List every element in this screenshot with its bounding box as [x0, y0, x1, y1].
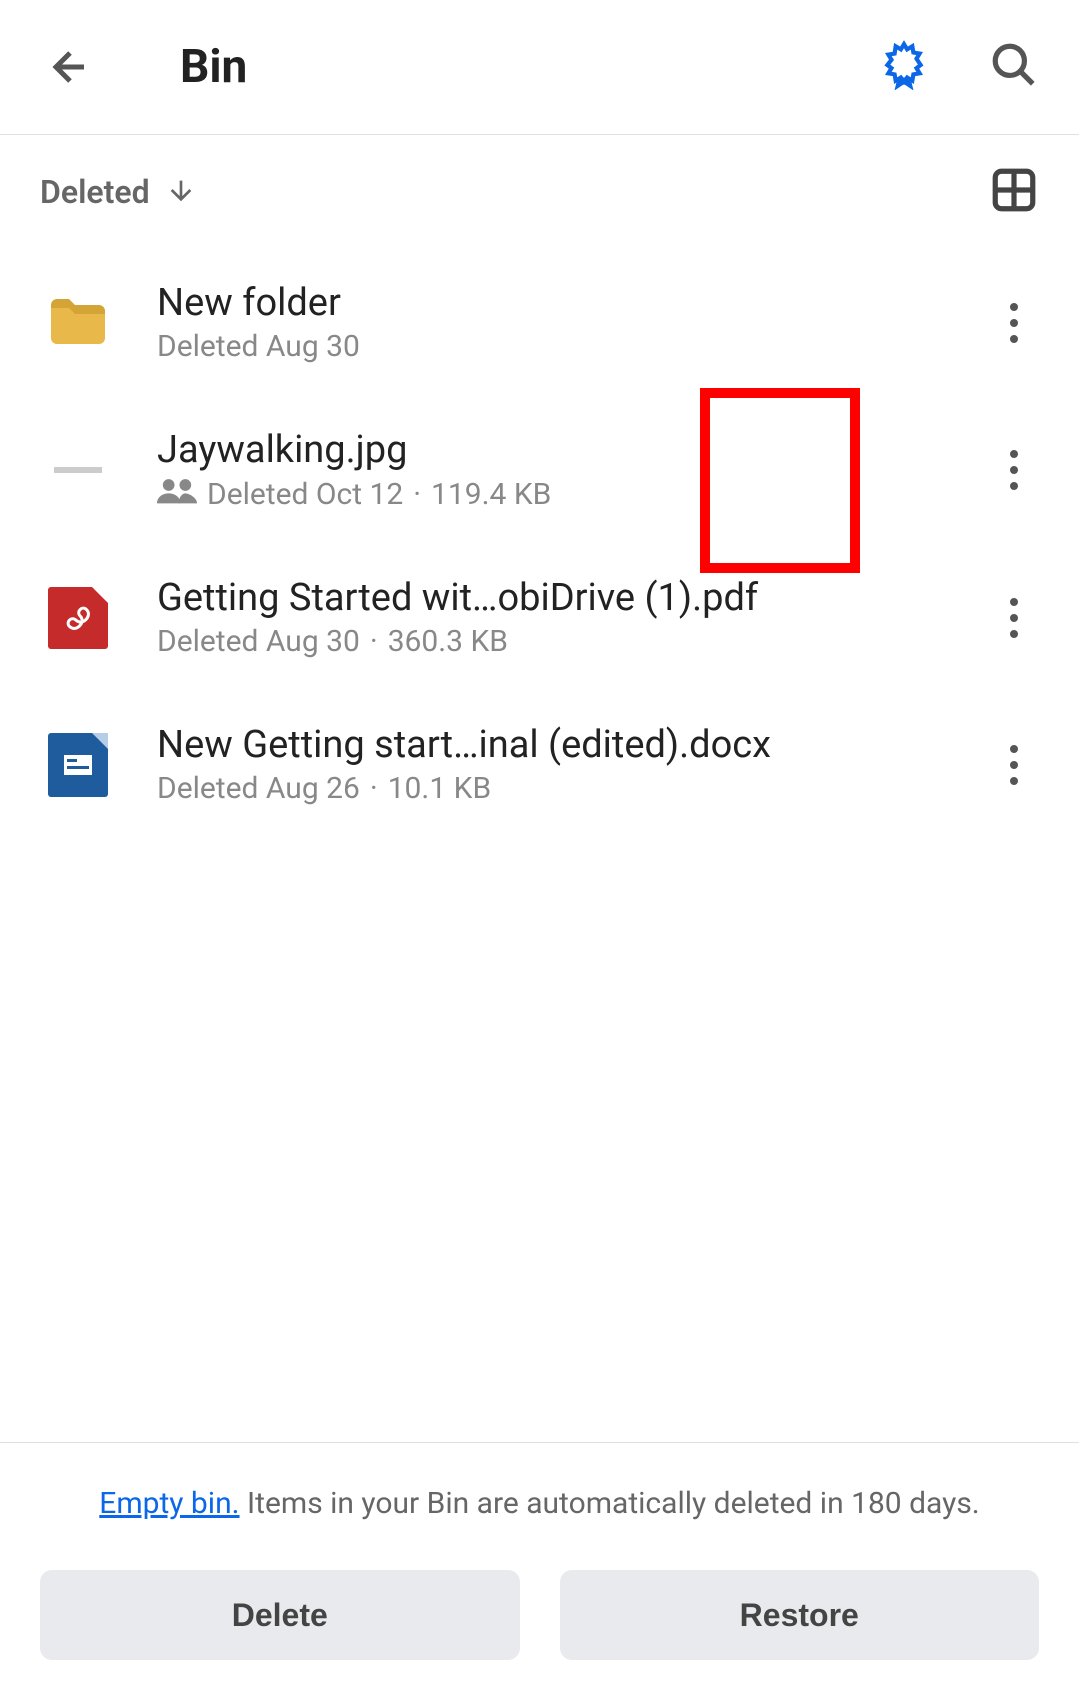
footer: Empty bin. Items in your Bin are automat…: [0, 1442, 1079, 1700]
deleted-date: Deleted Oct 12: [207, 477, 403, 512]
more-options-button[interactable]: [989, 735, 1039, 795]
more-options-button[interactable]: [989, 440, 1039, 500]
more-options-button[interactable]: [989, 588, 1039, 648]
file-name: New folder: [157, 281, 989, 325]
image-icon: [40, 433, 115, 508]
file-details: New folder Deleted Aug 30: [157, 281, 989, 364]
empty-bin-link[interactable]: Empty bin.: [99, 1486, 239, 1521]
pdf-icon: [40, 580, 115, 655]
separator: ·: [370, 771, 378, 806]
footer-actions: Delete Restore: [40, 1570, 1039, 1660]
file-details: New Getting start…inal (edited).docx Del…: [157, 723, 989, 806]
page-title: Bin: [180, 40, 879, 94]
separator: ·: [413, 477, 421, 512]
docx-icon: [40, 727, 115, 802]
shared-icon: [157, 476, 197, 512]
file-size: 119.4 KB: [431, 477, 551, 512]
delete-button[interactable]: Delete: [40, 1570, 520, 1660]
footer-info: Empty bin. Items in your Bin are automat…: [40, 1483, 1039, 1525]
grid-icon: [989, 165, 1039, 215]
restore-button[interactable]: Restore: [560, 1570, 1040, 1660]
arrow-left-icon: [46, 43, 94, 91]
list-item[interactable]: New folder Deleted Aug 30: [0, 249, 1079, 396]
deleted-date: Deleted Aug 26: [157, 771, 360, 806]
sort-direction-icon: [165, 174, 197, 210]
more-vertical-icon: [1009, 303, 1019, 343]
file-size: 10.1 KB: [388, 771, 491, 806]
more-options-button[interactable]: [989, 293, 1039, 353]
folder-icon: [40, 285, 115, 360]
search-icon: [989, 40, 1039, 90]
list-item[interactable]: New Getting start…inal (edited).docx Del…: [0, 691, 1079, 838]
list-item[interactable]: Jaywalking.jpg Deleted Oct 12 · 119.4 KB: [0, 396, 1079, 544]
file-meta: Deleted Aug 26 · 10.1 KB: [157, 771, 989, 806]
file-name: Getting Started wit…obiDrive (1).pdf: [157, 576, 989, 620]
deleted-date: Deleted Aug 30: [157, 624, 360, 659]
more-vertical-icon: [1009, 598, 1019, 638]
header-bar: Bin: [0, 0, 1079, 135]
back-button[interactable]: [40, 37, 100, 97]
file-details: Getting Started wit…obiDrive (1).pdf Del…: [157, 576, 989, 659]
header-actions: [879, 40, 1039, 94]
file-meta: Deleted Aug 30: [157, 329, 989, 364]
more-vertical-icon: [1009, 450, 1019, 490]
file-meta: Deleted Oct 12 · 119.4 KB: [157, 476, 989, 512]
file-name: New Getting start…inal (edited).docx: [157, 723, 989, 767]
file-size: 360.3 KB: [388, 624, 508, 659]
deleted-date: Deleted Aug 30: [157, 329, 360, 364]
premium-badge-button[interactable]: [879, 40, 929, 94]
separator: ·: [370, 624, 378, 659]
sort-bar: Deleted: [0, 135, 1079, 249]
search-button[interactable]: [989, 40, 1039, 94]
sort-button[interactable]: Deleted: [40, 173, 197, 211]
sort-label: Deleted: [40, 173, 150, 211]
footer-info-text: Items in your Bin are automatically dele…: [240, 1486, 980, 1521]
more-vertical-icon: [1009, 745, 1019, 785]
view-toggle-button[interactable]: [989, 165, 1039, 219]
file-meta: Deleted Aug 30 · 360.3 KB: [157, 624, 989, 659]
list-item[interactable]: Getting Started wit…obiDrive (1).pdf Del…: [0, 544, 1079, 691]
file-name: Jaywalking.jpg: [157, 428, 989, 472]
file-list: New folder Deleted Aug 30 Jaywalking.jpg…: [0, 249, 1079, 838]
badge-icon: [879, 40, 929, 90]
file-details: Jaywalking.jpg Deleted Oct 12 · 119.4 KB: [157, 428, 989, 512]
